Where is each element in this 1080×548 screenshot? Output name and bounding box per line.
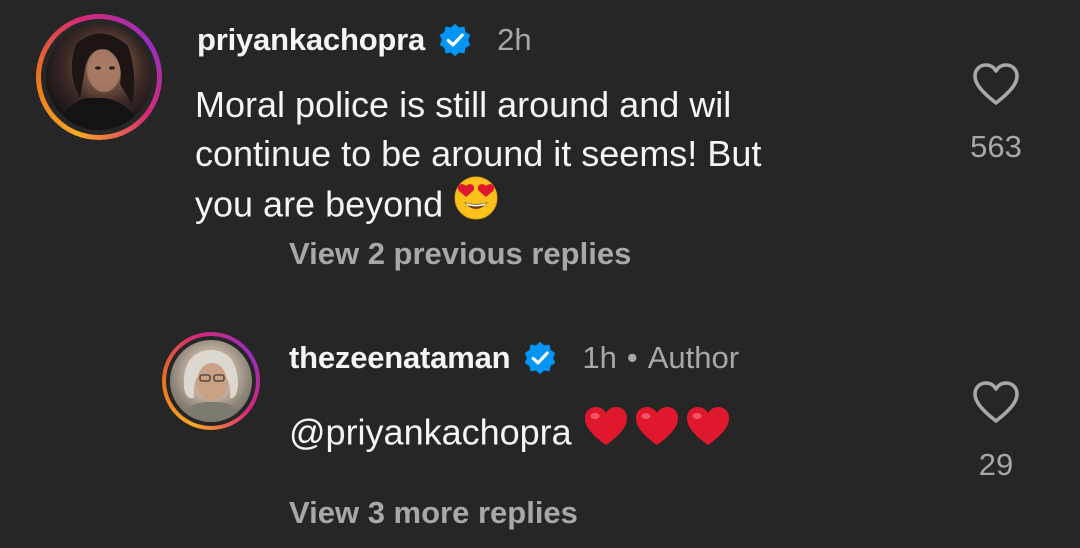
view-more-replies-link[interactable]: View 3 more replies [289,495,578,531]
red-hearts-emoji-icon [582,403,732,461]
comment-timestamp: 2h [497,22,532,57]
reply-header: thezeenataman 1h • Author [289,338,739,378]
like-count: 563 [970,129,1022,164]
like-heart-icon[interactable] [972,380,1020,424]
heart-eyes-emoji-icon [453,175,499,233]
avatar-portrait [178,350,246,422]
comment-line-last: you are beyond [195,175,761,236]
avatar-priyankachopra[interactable] [46,24,152,130]
reply-timestamp: 1h [582,340,617,375]
verified-badge-icon [437,22,473,58]
view-previous-replies-link[interactable]: View 2 previous replies [289,236,631,272]
comment-line: Moral police is still around and wil [195,84,732,125]
comment-line-text: you are beyond [195,183,444,225]
verified-badge-icon [522,340,558,376]
avatar-thezeenataman[interactable] [170,340,252,422]
separator-dot: • [626,340,638,375]
comment-header: priyankachopra 2h [197,20,532,60]
comment-line: continue to be around it seems! But [195,133,762,174]
comments-screen: priyankachopra 2h Moral police is still … [0,0,1080,548]
username[interactable]: priyankachopra [197,22,425,58]
mention-link[interactable]: @priyankachopra [289,412,572,453]
avatar-portrait [56,33,144,130]
username[interactable]: thezeenataman [289,340,511,376]
author-badge: Author [647,340,740,375]
comment-body: Moral police is still around and wil con… [195,80,761,236]
reply-body: @priyankachopra [289,406,732,464]
like-count: 29 [978,447,1014,482]
like-heart-icon[interactable] [972,62,1020,106]
